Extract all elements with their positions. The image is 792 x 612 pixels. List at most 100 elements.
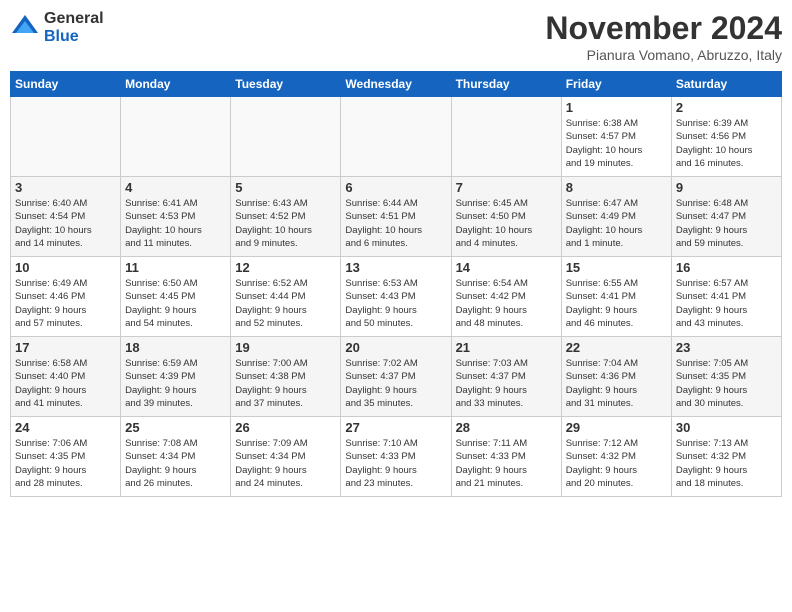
calendar-cell [11,97,121,177]
day-detail: Sunrise: 6:54 AM Sunset: 4:42 PM Dayligh… [456,277,557,330]
calendar-cell [341,97,451,177]
calendar-cell: 2Sunrise: 6:39 AM Sunset: 4:56 PM Daylig… [671,97,781,177]
title-block: November 2024 Pianura Vomano, Abruzzo, I… [545,10,782,63]
day-number: 20 [345,340,446,355]
day-detail: Sunrise: 6:41 AM Sunset: 4:53 PM Dayligh… [125,197,226,250]
calendar-week-row: 24 Sunrise: 7:06 AM Sunset: 4:35 PM Dayli… [11,417,782,497]
day-detail: Sunrise: 7:02 AM Sunset: 4:37 PM Dayligh… [345,357,446,410]
calendar-cell: 23 Sunrise: 7:05 AM Sunset: 4:35 PM Dayli… [671,337,781,417]
weekday-header-sunday: Sunday [11,72,121,97]
calendar-cell: 1 Sunrise: 6:38 AM Sunset: 4:57 PM Daylig… [561,97,671,177]
calendar-cell: 14 Sunrise: 6:54 AM Sunset: 4:42 PM Dayli… [451,257,561,337]
calendar-cell: 11 Sunrise: 6:50 AM Sunset: 4:45 PM Dayli… [121,257,231,337]
day-detail: Sunrise: 6:57 AM Sunset: 4:41 PM Dayligh… [676,277,777,330]
calendar-cell: 13Sunrise: 6:53 AM Sunset: 4:43 PM Dayli… [341,257,451,337]
day-detail: Sunrise: 6:50 AM Sunset: 4:45 PM Dayligh… [125,277,226,330]
calendar-week-row: 1 Sunrise: 6:38 AM Sunset: 4:57 PM Daylig… [11,97,782,177]
day-number: 14 [456,260,557,275]
day-detail: Sunrise: 7:05 AM Sunset: 4:35 PM Dayligh… [676,357,777,410]
day-detail: Sunrise: 7:04 AM Sunset: 4:36 PM Dayligh… [566,357,667,410]
day-number: 5 [235,180,336,195]
weekday-header-tuesday: Tuesday [231,72,341,97]
day-detail: Sunrise: 7:00 AM Sunset: 4:38 PM Dayligh… [235,357,336,410]
day-detail: Sunrise: 7:11 AM Sunset: 4:33 PM Dayligh… [456,437,557,490]
calendar-cell [451,97,561,177]
day-number: 7 [456,180,557,195]
calendar-cell: 3 Sunrise: 6:40 AM Sunset: 4:54 PM Daylig… [11,177,121,257]
logo-blue: Blue [44,28,104,46]
calendar-cell: 16 Sunrise: 6:57 AM Sunset: 4:41 PM Dayli… [671,257,781,337]
day-number: 3 [15,180,116,195]
day-number: 1 [566,100,667,115]
day-detail: Sunrise: 7:10 AM Sunset: 4:33 PM Dayligh… [345,437,446,490]
day-number: 22 [566,340,667,355]
calendar-cell: 28Sunrise: 7:11 AM Sunset: 4:33 PM Dayli… [451,417,561,497]
day-detail: Sunrise: 6:39 AM Sunset: 4:56 PM Dayligh… [676,117,777,170]
day-number: 26 [235,420,336,435]
page-header: General Blue November 2024 Pianura Voman… [10,10,782,63]
calendar-cell: 19 Sunrise: 7:00 AM Sunset: 4:38 PM Dayli… [231,337,341,417]
logo: General Blue [10,10,104,45]
day-number: 11 [125,260,226,275]
calendar-cell: 9 Sunrise: 6:48 AM Sunset: 4:47 PM Daylig… [671,177,781,257]
day-detail: Sunrise: 7:12 AM Sunset: 4:32 PM Dayligh… [566,437,667,490]
day-detail: Sunrise: 6:44 AM Sunset: 4:51 PM Dayligh… [345,197,446,250]
calendar-cell: 22 Sunrise: 7:04 AM Sunset: 4:36 PM Dayli… [561,337,671,417]
day-detail: Sunrise: 6:58 AM Sunset: 4:40 PM Dayligh… [15,357,116,410]
day-number: 15 [566,260,667,275]
day-number: 4 [125,180,226,195]
logo-text: General Blue [44,10,104,45]
weekday-header-monday: Monday [121,72,231,97]
calendar-cell: 18Sunrise: 6:59 AM Sunset: 4:39 PM Dayli… [121,337,231,417]
day-number: 21 [456,340,557,355]
day-detail: Sunrise: 7:13 AM Sunset: 4:32 PM Dayligh… [676,437,777,490]
calendar-week-row: 17 Sunrise: 6:58 AM Sunset: 4:40 PM Dayli… [11,337,782,417]
day-detail: Sunrise: 6:45 AM Sunset: 4:50 PM Dayligh… [456,197,557,250]
day-detail: Sunrise: 6:52 AM Sunset: 4:44 PM Dayligh… [235,277,336,330]
day-detail: Sunrise: 6:55 AM Sunset: 4:41 PM Dayligh… [566,277,667,330]
month-title: November 2024 [545,10,782,47]
logo-icon [10,13,40,43]
day-detail: Sunrise: 7:09 AM Sunset: 4:34 PM Dayligh… [235,437,336,490]
calendar-table: SundayMondayTuesdayWednesdayThursdayFrid… [10,71,782,497]
logo-general: General [44,10,104,28]
calendar-cell: 12 Sunrise: 6:52 AM Sunset: 4:44 PM Dayli… [231,257,341,337]
day-number: 6 [345,180,446,195]
day-detail: Sunrise: 6:49 AM Sunset: 4:46 PM Dayligh… [15,277,116,330]
day-number: 25 [125,420,226,435]
calendar-cell: 5 Sunrise: 6:43 AM Sunset: 4:52 PM Daylig… [231,177,341,257]
day-detail: Sunrise: 6:53 AM Sunset: 4:43 PM Dayligh… [345,277,446,330]
calendar-cell: 6 Sunrise: 6:44 AM Sunset: 4:51 PM Daylig… [341,177,451,257]
day-detail: Sunrise: 6:48 AM Sunset: 4:47 PM Dayligh… [676,197,777,250]
day-number: 29 [566,420,667,435]
calendar-cell: 29 Sunrise: 7:12 AM Sunset: 4:32 PM Dayli… [561,417,671,497]
day-detail: Sunrise: 6:40 AM Sunset: 4:54 PM Dayligh… [15,197,116,250]
calendar-cell [121,97,231,177]
calendar-cell: 4 Sunrise: 6:41 AM Sunset: 4:53 PM Daylig… [121,177,231,257]
calendar-cell: 25 Sunrise: 7:08 AM Sunset: 4:34 PM Dayli… [121,417,231,497]
calendar-cell: 10 Sunrise: 6:49 AM Sunset: 4:46 PM Dayli… [11,257,121,337]
day-number: 16 [676,260,777,275]
day-number: 23 [676,340,777,355]
calendar-cell: 15 Sunrise: 6:55 AM Sunset: 4:41 PM Dayli… [561,257,671,337]
calendar-cell: 7 Sunrise: 6:45 AM Sunset: 4:50 PM Daylig… [451,177,561,257]
day-detail: Sunrise: 7:03 AM Sunset: 4:37 PM Dayligh… [456,357,557,410]
calendar-cell: 24 Sunrise: 7:06 AM Sunset: 4:35 PM Dayli… [11,417,121,497]
calendar-week-row: 3 Sunrise: 6:40 AM Sunset: 4:54 PM Daylig… [11,177,782,257]
day-number: 10 [15,260,116,275]
calendar-cell: 21 Sunrise: 7:03 AM Sunset: 4:37 PM Dayli… [451,337,561,417]
day-number: 24 [15,420,116,435]
day-number: 19 [235,340,336,355]
weekday-header-thursday: Thursday [451,72,561,97]
day-detail: Sunrise: 7:06 AM Sunset: 4:35 PM Dayligh… [15,437,116,490]
day-number: 12 [235,260,336,275]
day-detail: Sunrise: 7:08 AM Sunset: 4:34 PM Dayligh… [125,437,226,490]
day-number: 9 [676,180,777,195]
day-detail: Sunrise: 6:47 AM Sunset: 4:49 PM Dayligh… [566,197,667,250]
day-number: 17 [15,340,116,355]
day-number: 27 [345,420,446,435]
calendar-week-row: 10 Sunrise: 6:49 AM Sunset: 4:46 PM Dayli… [11,257,782,337]
day-detail: Sunrise: 6:43 AM Sunset: 4:52 PM Dayligh… [235,197,336,250]
day-detail: Sunrise: 6:38 AM Sunset: 4:57 PM Dayligh… [566,117,667,170]
calendar-cell: 17 Sunrise: 6:58 AM Sunset: 4:40 PM Dayli… [11,337,121,417]
